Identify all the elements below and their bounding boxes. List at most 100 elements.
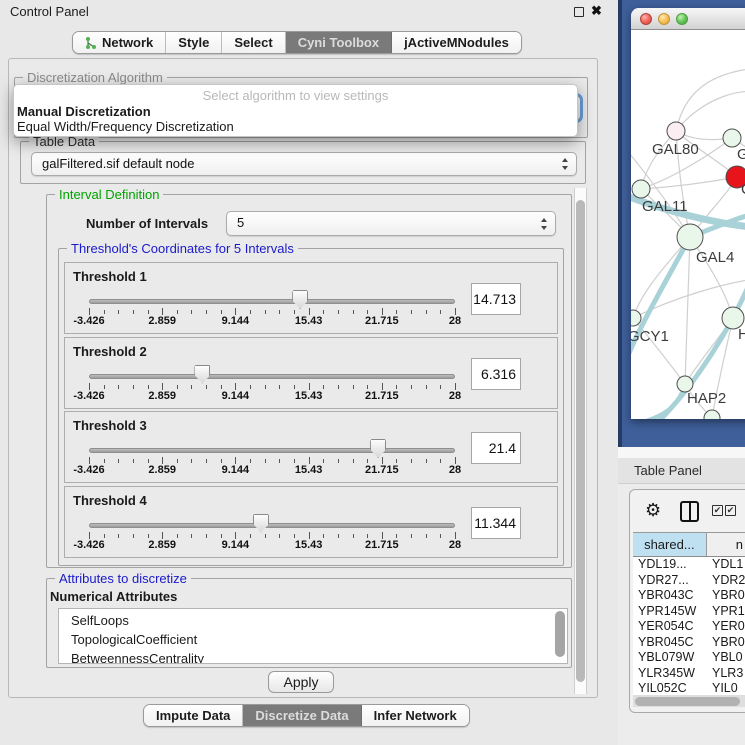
cell-shared-name: YER054C <box>633 619 708 635</box>
minor-tick <box>206 310 207 314</box>
threshold-value-field[interactable] <box>471 358 521 390</box>
network-node-gal4[interactable] <box>677 224 703 250</box>
threshold-label: Threshold 1 <box>73 269 147 284</box>
network-window-titlebar[interactable] <box>631 8 745 30</box>
node-table-container: ⚙ ✔ ✔ shared... n YDL19...YDL1YDR27...YD… <box>629 489 745 713</box>
column-header-shared-name[interactable]: shared... <box>633 533 707 556</box>
network-edge[interactable] <box>641 131 676 189</box>
minor-tick <box>440 459 441 463</box>
attribute-list-item[interactable]: SelfLoops <box>59 611 567 630</box>
threshold-label: Threshold 4 <box>73 493 147 508</box>
popup-item[interactable]: Equal Width/Frequency Discretization <box>14 119 577 135</box>
major-tick <box>235 308 236 315</box>
threshold-value-field[interactable] <box>471 432 521 464</box>
network-node-gal80[interactable] <box>667 122 685 140</box>
tab-impute-data[interactable]: Impute Data <box>144 705 243 726</box>
major-tick <box>235 532 236 539</box>
list-scrollbar[interactable] <box>555 611 565 657</box>
column-header-name[interactable]: n <box>707 533 745 556</box>
numerical-attributes-list[interactable]: SelfLoopsTopologicalCoefficientBetweenne… <box>58 608 568 664</box>
table-data-combo-value: galFiltered.sif default node <box>42 156 194 171</box>
table-row[interactable]: YLR345WYLR3 <box>633 666 745 682</box>
checkbox-icon[interactable]: ✔ <box>712 505 723 516</box>
network-edge[interactable] <box>685 237 690 384</box>
minor-tick <box>133 385 134 389</box>
minor-tick <box>265 310 266 314</box>
gear-icon[interactable]: ⚙ <box>645 501 661 519</box>
minor-tick <box>426 534 427 538</box>
tick-label: 15.43 <box>295 539 323 551</box>
threshold-value-field[interactable] <box>471 283 521 315</box>
table-row[interactable]: YPR145WYPR1 <box>633 604 745 620</box>
close-window-icon[interactable] <box>640 13 652 25</box>
thresholds-group-label: Threshold's Coordinates for 5 Intervals <box>67 241 298 256</box>
tab-label: Impute Data <box>156 708 230 723</box>
close-panel-icon[interactable]: ✖ <box>591 3 602 19</box>
tick-label: -3.426 <box>73 464 104 476</box>
slider-track[interactable] <box>89 448 455 453</box>
slider-thumb[interactable] <box>370 439 386 458</box>
table-row[interactable]: YIL052CYIL0 <box>633 681 745 695</box>
num-intervals-combo[interactable]: 5 <box>226 211 556 236</box>
tab-jactivemnodules[interactable]: jActiveMNodules <box>392 32 521 53</box>
tick-label: 2.859 <box>148 390 176 402</box>
tick-label: 28 <box>449 315 461 327</box>
network-node-gcy1[interactable] <box>631 310 641 326</box>
slider-track[interactable] <box>89 374 455 379</box>
float-panel-icon[interactable] <box>574 7 584 17</box>
table-row[interactable]: YBL079WYBL0 <box>633 650 745 666</box>
slider-thumb[interactable] <box>292 290 308 309</box>
popup-item[interactable]: Manual Discretization <box>14 104 577 120</box>
tab-network[interactable]: Network <box>73 32 166 53</box>
network-edge[interactable] <box>676 68 745 131</box>
slider-track[interactable] <box>89 299 455 304</box>
tab-label: Style <box>178 35 209 50</box>
tick-label: -3.426 <box>73 390 104 402</box>
network-edge[interactable] <box>676 91 745 131</box>
network-node-gal11[interactable] <box>632 180 650 198</box>
table-hscrollbar-track[interactable] <box>633 695 745 707</box>
tab-discretize-data[interactable]: Discretize Data <box>243 705 361 726</box>
zoom-window-icon[interactable] <box>676 13 688 25</box>
table-data-combo[interactable]: galFiltered.sif default node <box>31 152 577 176</box>
minor-tick <box>338 459 339 463</box>
major-tick <box>235 457 236 464</box>
table-row[interactable]: YBR043CYBR0 <box>633 588 745 604</box>
minor-tick <box>148 385 149 389</box>
table-row[interactable]: YER054CYER0 <box>633 619 745 635</box>
slider-thumb[interactable] <box>194 365 210 384</box>
bottom-tab-bar: Impute Data Discretize DataInfer Network <box>143 704 470 727</box>
tab-style[interactable]: Style <box>166 32 222 53</box>
table-row[interactable]: YDL19...YDL1 <box>633 557 745 573</box>
tick-label: 28 <box>449 464 461 476</box>
slider-thumb[interactable] <box>253 514 269 533</box>
minor-tick <box>206 459 207 463</box>
network-node-g[interactable] <box>723 129 741 147</box>
threshold-value-field[interactable] <box>471 507 521 539</box>
network-canvas[interactable]: GAL80GCGAL11GAL4GCY1HHAP2 <box>631 30 745 419</box>
tick-label: 9.144 <box>222 539 250 551</box>
table-row[interactable]: YBR045CYBR0 <box>633 635 745 651</box>
table-row[interactable]: YDR27...YDR2 <box>633 573 745 589</box>
minimize-window-icon[interactable] <box>658 13 670 25</box>
column-layout-icon[interactable] <box>680 501 699 522</box>
minor-tick <box>411 459 412 463</box>
major-tick <box>162 383 163 390</box>
minor-tick <box>206 534 207 538</box>
slider-track[interactable] <box>89 523 455 528</box>
apply-button[interactable]: Apply <box>268 671 334 693</box>
tick-label: 28 <box>449 390 461 402</box>
network-edge-thick[interactable] <box>631 384 685 419</box>
control-panel-scrollbar-thumb[interactable] <box>576 200 585 682</box>
checkbox-icon[interactable]: ✔ <box>725 505 736 516</box>
minor-tick <box>118 385 119 389</box>
tab-select[interactable]: Select <box>222 32 285 53</box>
major-tick <box>89 457 90 464</box>
minor-tick <box>338 534 339 538</box>
attribute-list-item[interactable]: TopologicalCoefficient <box>59 630 567 649</box>
tab-infer-network[interactable]: Infer Network <box>362 705 469 726</box>
tab-cyni-toolbox[interactable]: Cyni Toolbox <box>286 32 392 53</box>
attribute-list-item[interactable]: BetweennessCentrality <box>59 649 567 664</box>
table-hscrollbar-thumb[interactable] <box>635 697 740 706</box>
tick-label: -3.426 <box>73 315 104 327</box>
